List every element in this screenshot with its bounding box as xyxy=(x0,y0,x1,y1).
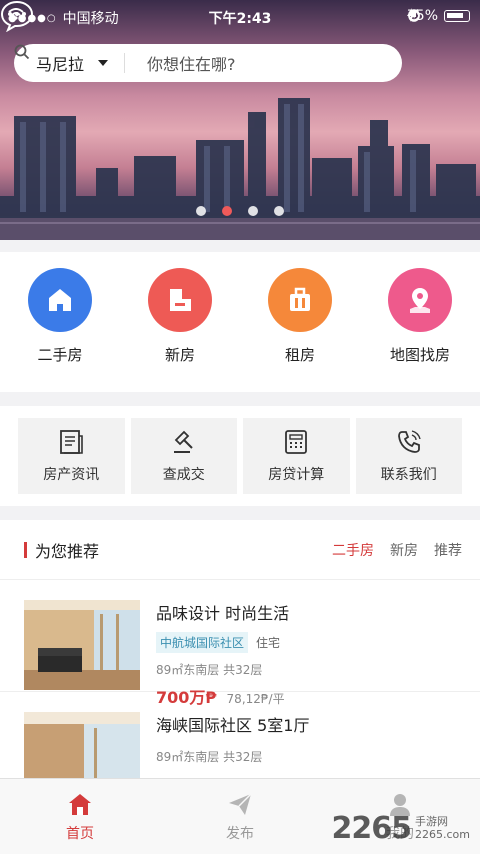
tool-label: 房产资讯 xyxy=(43,467,100,483)
pager-dot[interactable] xyxy=(248,206,258,216)
search-icon xyxy=(14,44,30,60)
category-icon-bg xyxy=(148,268,212,332)
chevron-down-icon xyxy=(98,60,109,66)
listing-photo xyxy=(24,712,140,778)
category-rent[interactable]: 租房 xyxy=(240,252,360,392)
gavel-icon xyxy=(173,430,193,453)
category-label: 新房 xyxy=(164,346,195,364)
section-title: 为您推荐 xyxy=(35,541,100,561)
tool-label: 联系我们 xyxy=(380,467,437,483)
watermark-domain: 2265.com xyxy=(415,827,470,841)
watermark-number: 2265 xyxy=(331,811,412,846)
category-secondhand[interactable]: 二手房 xyxy=(0,252,120,392)
tab-newhome[interactable]: 新房 xyxy=(390,540,418,560)
pager-dot[interactable] xyxy=(196,206,206,216)
battery-icon xyxy=(444,10,470,22)
listing-title: 品味设计 时尚生活 xyxy=(156,604,290,623)
tool-calculator[interactable]: 房贷计算 xyxy=(243,418,350,494)
listing-meta: 89㎡东南层 共32层 xyxy=(156,663,263,677)
tab-home[interactable]: 首页 xyxy=(0,779,160,854)
recommend-header: 为您推荐 二手房 新房 推荐 xyxy=(0,520,480,580)
category-icon-bg xyxy=(388,268,452,332)
search-bar: 马尼拉 你想住在哪? xyxy=(14,44,402,82)
tab-label: 发布 xyxy=(226,826,254,842)
house-icon xyxy=(49,289,71,311)
city-skyline-image xyxy=(0,98,480,240)
recommend-tabs: 二手房 新房 推荐 xyxy=(332,540,462,560)
listing-item[interactable]: 海峡国际社区 5室1厅 89㎡东南层 共32层 xyxy=(0,692,480,778)
listing-meta: 89㎡东南层 共32层 xyxy=(156,750,263,764)
tab-secondhand[interactable]: 二手房 xyxy=(332,540,374,560)
tool-news[interactable]: 房产资讯 xyxy=(18,418,125,494)
tool-deals[interactable]: 查成交 xyxy=(130,418,237,494)
message-icon[interactable] xyxy=(0,0,34,32)
tab-publish[interactable]: 发布 xyxy=(160,779,320,854)
property-type: 住宅 xyxy=(256,636,281,650)
app-screen: ●●●●○ 中国移动 下午2:43 75% 马尼拉 你想住在哪? 二手房 新房 … xyxy=(0,0,480,854)
listing-title: 海峡国际社区 5室1厅 xyxy=(156,716,310,735)
category-label: 地图找房 xyxy=(389,346,450,364)
accent-bar xyxy=(24,541,27,558)
building-icon xyxy=(170,289,191,311)
city-label: 马尼拉 xyxy=(36,55,85,74)
category-newhome[interactable]: 新房 xyxy=(120,252,240,392)
city-selector[interactable]: 马尼拉 xyxy=(14,51,124,75)
category-label: 租房 xyxy=(284,346,315,364)
tool-label: 房贷计算 xyxy=(268,467,325,483)
category-nav: 二手房 新房 租房 地图找房 xyxy=(0,252,480,392)
listing-info: 海峡国际社区 5室1厅 89㎡东南层 共32层 xyxy=(156,712,309,765)
listing-photo xyxy=(24,600,140,690)
map-pin-icon xyxy=(410,288,430,313)
news-icon xyxy=(60,430,84,454)
category-label: 二手房 xyxy=(37,346,83,364)
tool-grid: 房产资讯 查成交 房贷计算 联系我们 xyxy=(0,406,480,506)
home-icon xyxy=(69,794,91,815)
suitcase-icon xyxy=(290,287,310,311)
category-icon-bg xyxy=(268,268,332,332)
tool-label: 查成交 xyxy=(162,467,205,483)
tool-contact[interactable]: 联系我们 xyxy=(355,418,462,494)
listing-item[interactable]: 品味设计 时尚生活 中航城国际社区 住宅 89㎡东南层 共32层 700万₱ 7… xyxy=(0,580,480,707)
pager-dot-active[interactable] xyxy=(222,206,232,216)
send-icon xyxy=(229,793,252,815)
banner[interactable]: ●●●●○ 中国移动 下午2:43 75% 马尼拉 你想住在哪? xyxy=(0,0,480,240)
search-input[interactable]: 你想住在哪? xyxy=(14,44,402,75)
tab-recommend[interactable]: 推荐 xyxy=(434,540,462,560)
watermark-logo: 2265 手游网 2265.com xyxy=(332,811,470,846)
watermark-text: 手游网 xyxy=(415,815,449,829)
community-tag: 中航城国际社区 xyxy=(156,632,249,653)
search-placeholder: 你想住在哪? xyxy=(147,55,236,74)
tab-label: 首页 xyxy=(66,826,94,842)
category-icon-bg xyxy=(28,268,92,332)
charging-icon xyxy=(406,8,415,22)
recommend-section: 为您推荐 二手房 新房 推荐 品味设计 时尚生活 中航城国际社区 住宅 89㎡东… xyxy=(0,520,480,778)
pager-dot[interactable] xyxy=(274,206,284,216)
status-bar: ●●●●○ 中国移动 下午2:43 75% xyxy=(0,0,480,32)
banner-pager xyxy=(0,206,480,216)
calculator-icon xyxy=(285,430,308,454)
phone-icon xyxy=(397,430,421,453)
category-map[interactable]: 地图找房 xyxy=(360,252,480,392)
